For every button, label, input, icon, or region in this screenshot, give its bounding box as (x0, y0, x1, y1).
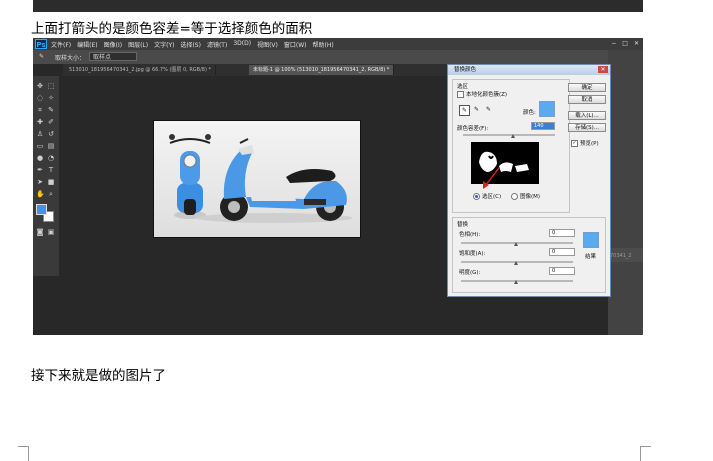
eraser-tool-icon[interactable]: ▭ (36, 142, 44, 150)
menu-bar: Ps 文件(F) 编辑(E) 图像(I) 图层(L) 文字(Y) 选择(S) 滤… (33, 38, 643, 50)
preview-checkbox[interactable]: ✓ (571, 140, 578, 147)
fuzziness-label: 颜色容差(F): (457, 126, 489, 132)
blur-tool-icon[interactable]: ● (36, 154, 44, 162)
color-label: 颜色: (523, 110, 536, 116)
move-tool-icon[interactable]: ✥ (36, 82, 44, 90)
brush-tool-icon[interactable]: ✐ (47, 118, 55, 126)
stamp-tool-icon[interactable]: ♙ (36, 130, 44, 138)
menu-help[interactable]: 帮助(H) (313, 40, 334, 49)
replacement-group-label: 替换 (457, 222, 469, 228)
saturation-input[interactable]: 0 (549, 248, 575, 256)
fuzziness-slider-thumb[interactable] (511, 134, 515, 138)
radio-selection[interactable] (473, 193, 480, 200)
ok-button[interactable]: 确定 (568, 83, 606, 92)
fuzziness-input[interactable]: 140 (531, 122, 555, 130)
right-panels: 70341_2 (608, 50, 643, 335)
result-label: 结果 (585, 254, 597, 260)
menu-select[interactable]: 选择(S) (180, 40, 201, 49)
eyedropper-tool-icon[interactable]: ✎ (47, 106, 55, 114)
type-tool-icon[interactable]: T (47, 166, 55, 174)
radio-image[interactable] (511, 193, 518, 200)
history-brush-icon[interactable]: ↺ (47, 130, 55, 138)
document-line-1: 上面打箭头的是颜色容差=等于选择颜色的面积 (31, 21, 313, 37)
toolbox: ✥ ⬚ ◌ ✧ ⌗ ✎ ✚ ✐ ♙ ↺ ▭ ▤ ● ◔ ✒ T ➤ ■ ✋ ⌕ … (33, 76, 59, 276)
load-button[interactable]: 载入(L)... (568, 111, 606, 120)
foreground-color-swatch[interactable] (36, 204, 47, 215)
path-select-icon[interactable]: ➤ (36, 178, 44, 186)
wand-tool-icon[interactable]: ✧ (47, 94, 55, 102)
menu-window[interactable]: 窗口(W) (284, 40, 307, 49)
previous-screenshot-strip (33, 0, 643, 12)
hue-label: 色相(H): (459, 232, 481, 238)
scooter-illustration (169, 134, 352, 223)
lightness-slider-thumb[interactable] (514, 280, 518, 284)
zoom-tool-icon[interactable]: ⌕ (47, 190, 55, 198)
replacement-group: 替换 色相(H): 0 饱和度(A): 0 明度(G): 0 结果 (452, 217, 606, 293)
tab-document-2[interactable]: 未标题-1 @ 100% (513010_181956470341_2, RGB… (249, 65, 395, 75)
fuzziness-slider[interactable] (463, 134, 555, 136)
menu-type[interactable]: 文字(Y) (154, 40, 174, 49)
menu-filter[interactable]: 滤镜(T) (207, 40, 227, 49)
eyedropper-icon[interactable]: ✎ (459, 105, 470, 116)
radio-selection-label: 选区(C) (482, 194, 502, 200)
save-button[interactable]: 存储(S)... (568, 123, 606, 132)
dodge-tool-icon[interactable]: ◔ (47, 154, 55, 162)
selection-group: 选区 本地化颜色簇(Z) ✎ ✎ ✎ 颜色: 颜色容差(F): 140 选区(C… (452, 79, 570, 213)
sample-size-label: 取样大小： (55, 55, 86, 62)
annotation-arrow-icon (483, 167, 500, 189)
menu-image[interactable]: 图像(I) (104, 40, 122, 49)
lightness-label: 明度(G): (459, 270, 481, 276)
menu-file[interactable]: 文件(F) (51, 40, 71, 49)
result-color-swatch[interactable] (583, 232, 599, 248)
panel-layer-row[interactable] (608, 248, 643, 262)
localized-clusters-label: 本地化颜色簇(Z) (466, 92, 508, 98)
preview-option[interactable]: ✓ 预览(P) (571, 139, 599, 147)
healing-tool-icon[interactable]: ✚ (36, 118, 44, 126)
add-eyedropper-icon[interactable]: ✎ (472, 105, 481, 114)
hand-tool-icon[interactable]: ✋ (36, 190, 45, 198)
preview-label: 预览(P) (580, 141, 599, 147)
saturation-label: 饱和度(A): (459, 251, 486, 257)
gradient-tool-icon[interactable]: ▤ (47, 142, 55, 150)
selected-color-swatch[interactable] (539, 101, 555, 117)
menu-view[interactable]: 视图(V) (257, 40, 278, 49)
menu-edit[interactable]: 编辑(E) (77, 40, 97, 49)
close-icon[interactable]: ✕ (634, 40, 639, 47)
shape-tool-icon[interactable]: ■ (47, 178, 55, 186)
hue-slider-thumb[interactable] (514, 242, 518, 246)
eyedropper-tool-icon[interactable]: ✎ (39, 53, 44, 60)
lasso-tool-icon[interactable]: ◌ (36, 94, 44, 102)
menu-3d[interactable]: 3D(D) (233, 40, 251, 49)
dialog-title: 替换颜色 (448, 65, 610, 75)
quick-mask-icon[interactable]: ◙ (36, 228, 44, 236)
tab-document-1[interactable]: 513010_181956470341_2.jpg @ 66.7% (图层 0,… (65, 65, 217, 75)
localized-clusters-checkbox[interactable] (457, 91, 464, 98)
minimize-icon[interactable]: − (611, 40, 616, 47)
maximize-icon[interactable]: □ (622, 40, 628, 47)
hue-input[interactable]: 0 (549, 229, 575, 237)
replace-color-dialog: 替换颜色 ✕ 选区 本地化颜色簇(Z) ✎ ✎ ✎ 颜色: 颜色容差(F): 1… (447, 64, 611, 297)
crop-tool-icon[interactable]: ⌗ (36, 106, 44, 114)
lightness-input[interactable]: 0 (549, 267, 575, 275)
localized-clusters-option[interactable]: 本地化颜色簇(Z) (457, 90, 507, 98)
options-bar: ✎ 取样大小： 取样点 (33, 50, 643, 64)
dialog-close-icon[interactable]: ✕ (598, 66, 608, 73)
screen-mode-icon[interactable]: ▣ (47, 228, 55, 236)
marquee-tool-icon[interactable]: ⬚ (47, 82, 55, 90)
photoshop-logo-icon: Ps (35, 39, 47, 49)
menu-layer[interactable]: 图层(L) (128, 40, 148, 49)
radio-image-option[interactable]: 图像(M) (511, 192, 540, 200)
radio-image-label: 图像(M) (520, 194, 541, 200)
document-line-2: 接下来就是做的图片了 (31, 368, 166, 384)
selection-group-label: 选区 (457, 84, 469, 90)
page-corner-marker (640, 446, 651, 461)
sample-size-select[interactable]: 取样点 (89, 52, 137, 61)
scooter-image (153, 120, 361, 238)
pen-tool-icon[interactable]: ✒ (36, 166, 44, 174)
saturation-slider-thumb[interactable] (514, 261, 518, 265)
subtract-eyedropper-icon[interactable]: ✎ (484, 105, 493, 114)
cancel-button[interactable]: 取消 (568, 95, 606, 104)
page-corner-marker (18, 446, 29, 461)
photoshop-screenshot: Ps 文件(F) 编辑(E) 图像(I) 图层(L) 文字(Y) 选择(S) 滤… (33, 38, 643, 335)
